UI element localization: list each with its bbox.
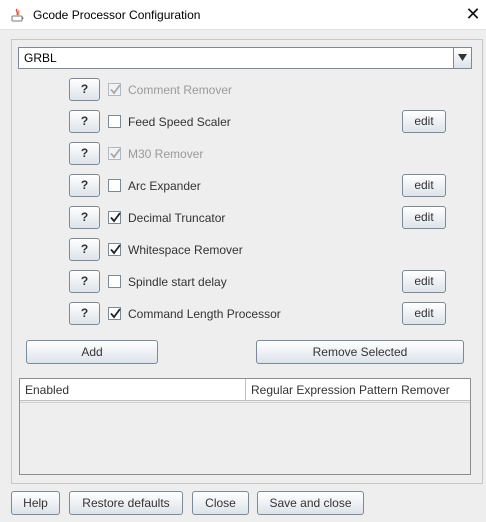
processor-enabled-checkbox[interactable] (108, 307, 121, 320)
save-and-close-button[interactable]: Save and close (257, 491, 364, 515)
processor-row: ? Command Length Processor edit (0, 302, 486, 326)
window-title: Gcode Processor Configuration (33, 8, 201, 22)
processor-label: Command Length Processor (128, 307, 281, 321)
help-button[interactable]: ? (69, 238, 100, 261)
processor-row: ? Whitespace Remover (0, 238, 486, 262)
title-bar: Gcode Processor Configuration ✕ (0, 0, 486, 30)
processor-enabled-checkbox[interactable] (108, 179, 121, 192)
firmware-select-value: GRBL (24, 51, 57, 65)
help-button[interactable]: ? (69, 174, 100, 197)
processor-label: Spindle start delay (128, 275, 227, 289)
column-header-enabled[interactable]: Enabled (20, 379, 245, 400)
restore-defaults-button[interactable]: Restore defaults (69, 491, 183, 515)
edit-button[interactable]: edit (402, 110, 446, 133)
help-button[interactable]: ? (69, 110, 100, 133)
processor-row: ? M30 Remover (0, 142, 486, 166)
help-button[interactable]: ? (69, 206, 100, 229)
processor-enabled-checkbox (108, 83, 121, 96)
processor-enabled-checkbox (108, 147, 121, 160)
processor-label: Whitespace Remover (128, 243, 243, 257)
close-button[interactable]: Close (192, 491, 249, 515)
help-button[interactable]: ? (69, 78, 100, 101)
processor-label: M30 Remover (128, 147, 204, 161)
table-body-divider (20, 402, 470, 403)
table-header: Enabled Regular Expression Pattern Remov… (20, 379, 470, 401)
java-app-icon (9, 7, 25, 23)
remove-selected-button[interactable]: Remove Selected (256, 340, 464, 364)
processor-enabled-checkbox[interactable] (108, 211, 121, 224)
edit-button[interactable]: edit (402, 270, 446, 293)
processor-row: ? Spindle start delay edit (0, 270, 486, 294)
close-icon[interactable]: ✕ (460, 3, 486, 27)
processor-label: Decimal Truncator (128, 211, 226, 225)
help-button[interactable]: ? (69, 270, 100, 293)
processor-enabled-checkbox[interactable] (108, 275, 121, 288)
add-button[interactable]: Add (26, 340, 158, 364)
edit-button[interactable]: edit (402, 302, 446, 325)
processor-label: Feed Speed Scaler (128, 115, 231, 129)
chevron-down-icon[interactable] (453, 48, 471, 68)
help-button[interactable]: ? (69, 302, 100, 325)
processor-row: ? Arc Expander edit (0, 174, 486, 198)
processor-label: Comment Remover (128, 83, 233, 97)
help-button[interactable]: ? (69, 142, 100, 165)
help-footer-button[interactable]: Help (11, 491, 60, 515)
pattern-table[interactable]: Enabled Regular Expression Pattern Remov… (19, 378, 471, 475)
edit-button[interactable]: edit (402, 206, 446, 229)
processor-enabled-checkbox[interactable] (108, 243, 121, 256)
processor-row: ? Decimal Truncator edit (0, 206, 486, 230)
processor-row: ? Feed Speed Scaler edit (0, 110, 486, 134)
edit-button[interactable]: edit (402, 174, 446, 197)
processor-row: ? Comment Remover (0, 78, 486, 102)
processor-enabled-checkbox[interactable] (108, 115, 121, 128)
processor-label: Arc Expander (128, 179, 201, 193)
column-header-pattern[interactable]: Regular Expression Pattern Remover (246, 379, 470, 400)
firmware-select[interactable]: GRBL (18, 47, 472, 69)
